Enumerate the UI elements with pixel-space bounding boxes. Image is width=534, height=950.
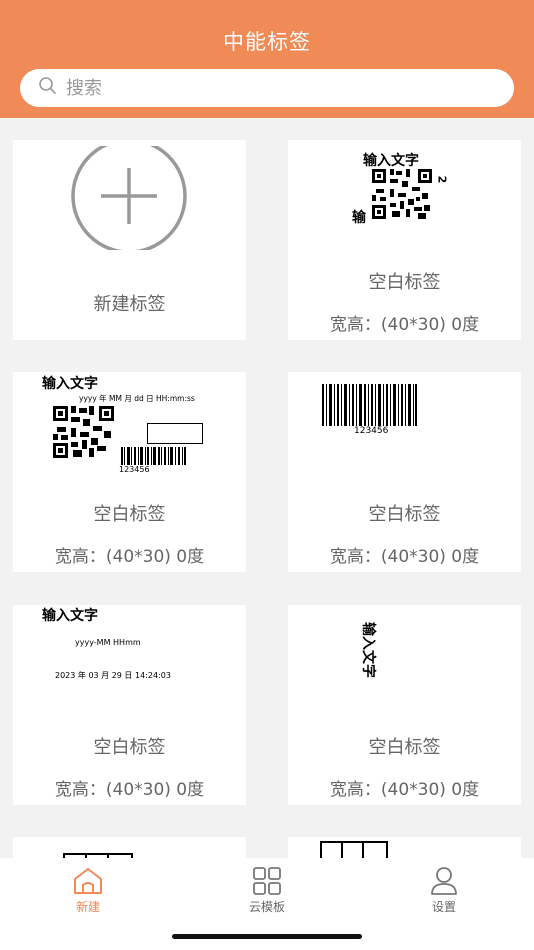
preview-date-format: yyyy 年 MM 月 dd 日 HH:mm:ss — [79, 394, 195, 403]
card-label: 空白标签 — [93, 737, 166, 758]
card-label: 新建标签 — [93, 294, 166, 315]
preview-table-divider — [362, 841, 364, 858]
template-card-partial[interactable] — [288, 837, 521, 858]
preview-table-divider — [341, 841, 343, 858]
preview-side-text: 输 — [352, 210, 366, 226]
page-title: 中能标签 — [223, 30, 311, 54]
tab-label: 设置 — [431, 900, 456, 914]
preview-text: 输入文字 — [363, 153, 419, 169]
tab-label: 新建 — [75, 900, 100, 914]
search-bar[interactable] — [20, 69, 514, 107]
barcode-number: 123456 — [119, 465, 150, 474]
grid-icon — [253, 867, 281, 895]
tab-new[interactable]: 新建 — [28, 858, 148, 928]
user-icon — [431, 867, 457, 895]
template-card[interactable]: 输入文字 yyyy 年 MM 月 dd 日 HH:mm:ss 123456 空白… — [13, 372, 246, 572]
barcode-icon — [121, 447, 186, 465]
home-icon — [74, 868, 102, 894]
tab-label: 云模板 — [248, 900, 285, 914]
card-size: 宽高：(40*30) 0度 — [54, 547, 205, 567]
card-size: 宽高：(40*30) 0度 — [329, 315, 480, 335]
card-label: 空白标签 — [93, 504, 166, 525]
card-size: 宽高：(40*30) 0度 — [329, 780, 480, 800]
preview-text: 输入文字 — [42, 608, 98, 624]
qr-code-icon — [372, 169, 432, 219]
new-label-card[interactable]: 新建标签 — [13, 140, 246, 340]
preview-corner-text: 2 — [435, 175, 449, 184]
card-size: 宽高：(40*30) 0度 — [329, 547, 480, 567]
home-indicator — [172, 934, 362, 939]
template-card-partial[interactable] — [13, 837, 246, 858]
card-size: 宽高：(40*30) 0度 — [54, 780, 205, 800]
template-card[interactable]: 123456 空白标签 宽高：(40*30) 0度 — [288, 372, 521, 572]
template-card[interactable]: 输入文字 输 2 空白标签 宽高：(40*30) 0度 — [288, 140, 521, 340]
preview-vertical-text: 输入文字 — [360, 622, 376, 678]
app-header: 中能标签 — [0, 0, 534, 118]
card-label: 空白标签 — [368, 504, 441, 525]
card-label: 空白标签 — [368, 272, 441, 293]
preview-datetime: 2023 年 03 月 29 日 14:24:03 — [55, 671, 171, 680]
plus-circle-icon — [71, 146, 187, 250]
preview-empty-box — [147, 423, 203, 444]
tab-settings[interactable]: 设置 — [384, 858, 504, 928]
template-card[interactable]: 输入文字 yyyy-MM HHmm 2023 年 03 月 29 日 14:24… — [13, 605, 246, 805]
preview-date-format: yyyy-MM HHmm — [75, 638, 141, 647]
search-input[interactable] — [64, 76, 468, 100]
qr-code-icon — [53, 406, 114, 458]
tab-cloud-templates[interactable]: 云模板 — [207, 858, 327, 928]
search-icon — [38, 76, 58, 100]
template-card[interactable]: 输入文字 空白标签 宽高：(40*30) 0度 — [288, 605, 521, 805]
card-label: 空白标签 — [368, 737, 441, 758]
preview-text: 输入文字 — [42, 376, 98, 392]
preview-table-frame — [320, 841, 388, 858]
barcode-number: 123456 — [354, 426, 389, 436]
barcode-icon — [322, 384, 417, 426]
